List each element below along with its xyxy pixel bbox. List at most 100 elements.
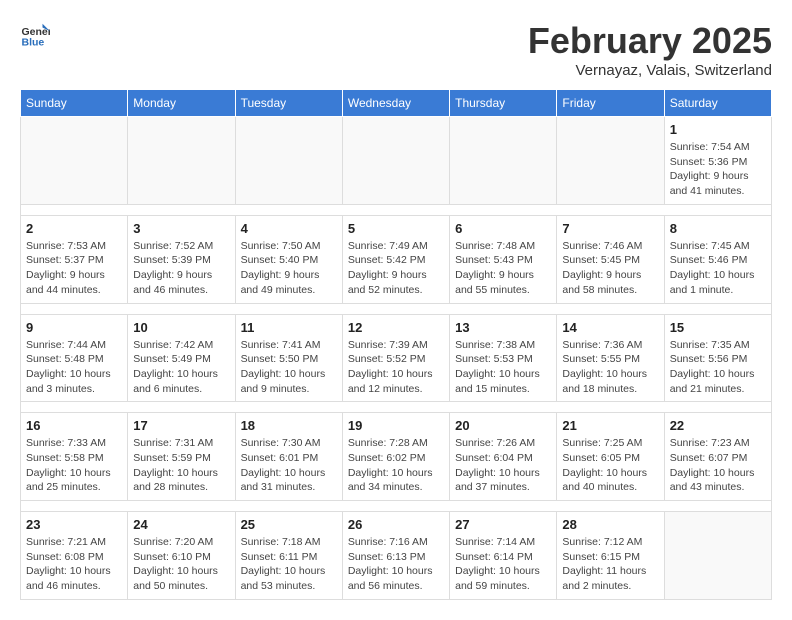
day-cell-w2-d5: 6 Sunrise: 7:48 AMSunset: 5:43 PMDaylight… bbox=[450, 215, 557, 303]
day-number: 23 bbox=[26, 517, 122, 532]
day-cell-w4-d5: 20 Sunrise: 7:26 AMSunset: 6:04 PMDayligh… bbox=[450, 413, 557, 501]
week-separator-3 bbox=[21, 402, 772, 413]
day-cell-w1-d7: 1Sunrise: 7:54 AMSunset: 5:36 PMDaylight… bbox=[664, 117, 771, 205]
day-info: Sunrise: 7:52 AMSunset: 5:39 PMDaylight:… bbox=[133, 239, 229, 298]
day-number: 15 bbox=[670, 320, 766, 335]
day-number: 2 bbox=[26, 221, 122, 236]
header-monday: Monday bbox=[128, 90, 235, 117]
week-row-2: 2 Sunrise: 7:53 AMSunset: 5:37 PMDaylight… bbox=[21, 215, 772, 303]
day-cell-w1-d3 bbox=[235, 117, 342, 205]
day-cell-w4-d4: 19Sunrise: 7:28 AMSunset: 6:02 PMDayligh… bbox=[342, 413, 449, 501]
day-cell-w4-d6: 21 Sunrise: 7:25 AMSunset: 6:05 PMDayligh… bbox=[557, 413, 664, 501]
logo: General Blue bbox=[20, 20, 50, 50]
day-cell-w5-d3: 25 Sunrise: 7:18 AMSunset: 6:11 PMDayligh… bbox=[235, 512, 342, 600]
day-number: 18 bbox=[241, 418, 337, 433]
day-cell-w4-d7: 22Sunrise: 7:23 AMSunset: 6:07 PMDayligh… bbox=[664, 413, 771, 501]
day-info: Sunrise: 7:39 AMSunset: 5:52 PMDaylight:… bbox=[348, 338, 444, 397]
calendar: Sunday Monday Tuesday Wednesday Thursday… bbox=[20, 89, 772, 600]
day-info: Sunrise: 7:23 AMSunset: 6:07 PMDaylight:… bbox=[670, 436, 766, 495]
day-number: 21 bbox=[562, 418, 658, 433]
day-number: 24 bbox=[133, 517, 229, 532]
week-row-4: 16 Sunrise: 7:33 AMSunset: 5:58 PMDayligh… bbox=[21, 413, 772, 501]
day-cell-w2-d2: 3 Sunrise: 7:52 AMSunset: 5:39 PMDaylight… bbox=[128, 215, 235, 303]
day-cell-w2-d6: 7 Sunrise: 7:46 AMSunset: 5:45 PMDaylight… bbox=[557, 215, 664, 303]
day-number: 5 bbox=[348, 221, 444, 236]
day-number: 11 bbox=[241, 320, 337, 335]
day-cell-w4-d1: 16 Sunrise: 7:33 AMSunset: 5:58 PMDayligh… bbox=[21, 413, 128, 501]
day-info: Sunrise: 7:36 AMSunset: 5:55 PMDaylight:… bbox=[562, 338, 658, 397]
day-cell-w3-d4: 12Sunrise: 7:39 AMSunset: 5:52 PMDayligh… bbox=[342, 314, 449, 402]
title-area: February 2025 Vernayaz, Valais, Switzerl… bbox=[528, 20, 772, 79]
separator-cell bbox=[21, 204, 772, 215]
day-number: 7 bbox=[562, 221, 658, 236]
week-separator-4 bbox=[21, 501, 772, 512]
day-cell-w1-d2 bbox=[128, 117, 235, 205]
day-info: Sunrise: 7:25 AMSunset: 6:05 PMDaylight:… bbox=[562, 436, 658, 495]
day-number: 8 bbox=[670, 221, 766, 236]
day-number: 4 bbox=[241, 221, 337, 236]
day-cell-w1-d1 bbox=[21, 117, 128, 205]
day-info: Sunrise: 7:33 AMSunset: 5:58 PMDaylight:… bbox=[26, 436, 122, 495]
day-info: Sunrise: 7:16 AMSunset: 6:13 PMDaylight:… bbox=[348, 535, 444, 594]
location: Vernayaz, Valais, Switzerland bbox=[528, 62, 772, 79]
day-info: Sunrise: 7:49 AMSunset: 5:42 PMDaylight:… bbox=[348, 239, 444, 298]
day-number: 9 bbox=[26, 320, 122, 335]
day-info: Sunrise: 7:26 AMSunset: 6:04 PMDaylight:… bbox=[455, 436, 551, 495]
day-info: Sunrise: 7:46 AMSunset: 5:45 PMDaylight:… bbox=[562, 239, 658, 298]
day-cell-w5-d5: 27Sunrise: 7:14 AMSunset: 6:14 PMDayligh… bbox=[450, 512, 557, 600]
day-cell-w3-d6: 14Sunrise: 7:36 AMSunset: 5:55 PMDayligh… bbox=[557, 314, 664, 402]
calendar-body: 1Sunrise: 7:54 AMSunset: 5:36 PMDaylight… bbox=[21, 117, 772, 600]
day-cell-w1-d4 bbox=[342, 117, 449, 205]
day-cell-w2-d1: 2 Sunrise: 7:53 AMSunset: 5:37 PMDaylight… bbox=[21, 215, 128, 303]
day-info: Sunrise: 7:48 AMSunset: 5:43 PMDaylight:… bbox=[455, 239, 551, 298]
header: General Blue February 2025 Vernayaz, Val… bbox=[20, 20, 772, 79]
day-cell-w4-d2: 17 Sunrise: 7:31 AMSunset: 5:59 PMDayligh… bbox=[128, 413, 235, 501]
day-cell-w5-d6: 28Sunrise: 7:12 AMSunset: 6:15 PMDayligh… bbox=[557, 512, 664, 600]
day-cell-w3-d3: 11 Sunrise: 7:41 AMSunset: 5:50 PMDayligh… bbox=[235, 314, 342, 402]
day-info: Sunrise: 7:18 AMSunset: 6:11 PMDaylight:… bbox=[241, 535, 337, 594]
day-number: 17 bbox=[133, 418, 229, 433]
day-number: 25 bbox=[241, 517, 337, 532]
day-cell-w5-d2: 24 Sunrise: 7:20 AMSunset: 6:10 PMDayligh… bbox=[128, 512, 235, 600]
separator-cell bbox=[21, 501, 772, 512]
header-sunday: Sunday bbox=[21, 90, 128, 117]
week-row-3: 9 Sunrise: 7:44 AMSunset: 5:48 PMDaylight… bbox=[21, 314, 772, 402]
day-number: 6 bbox=[455, 221, 551, 236]
day-number: 20 bbox=[455, 418, 551, 433]
day-cell-w5-d1: 23 Sunrise: 7:21 AMSunset: 6:08 PMDayligh… bbox=[21, 512, 128, 600]
day-info: Sunrise: 7:21 AMSunset: 6:08 PMDaylight:… bbox=[26, 535, 122, 594]
week-row-1: 1Sunrise: 7:54 AMSunset: 5:36 PMDaylight… bbox=[21, 117, 772, 205]
day-info: Sunrise: 7:30 AMSunset: 6:01 PMDaylight:… bbox=[241, 436, 337, 495]
day-info: Sunrise: 7:20 AMSunset: 6:10 PMDaylight:… bbox=[133, 535, 229, 594]
header-friday: Friday bbox=[557, 90, 664, 117]
day-info: Sunrise: 7:31 AMSunset: 5:59 PMDaylight:… bbox=[133, 436, 229, 495]
day-cell-w3-d1: 9 Sunrise: 7:44 AMSunset: 5:48 PMDaylight… bbox=[21, 314, 128, 402]
day-number: 27 bbox=[455, 517, 551, 532]
day-cell-w5-d4: 26 Sunrise: 7:16 AMSunset: 6:13 PMDayligh… bbox=[342, 512, 449, 600]
day-cell-w2-d4: 5 Sunrise: 7:49 AMSunset: 5:42 PMDaylight… bbox=[342, 215, 449, 303]
day-number: 10 bbox=[133, 320, 229, 335]
day-cell-w2-d3: 4Sunrise: 7:50 AMSunset: 5:40 PMDaylight… bbox=[235, 215, 342, 303]
day-info: Sunrise: 7:44 AMSunset: 5:48 PMDaylight:… bbox=[26, 338, 122, 397]
day-number: 26 bbox=[348, 517, 444, 532]
logo-icon: General Blue bbox=[20, 20, 50, 50]
month-title: February 2025 bbox=[528, 20, 772, 62]
day-cell-w1-d6 bbox=[557, 117, 664, 205]
separator-cell bbox=[21, 303, 772, 314]
day-number: 3 bbox=[133, 221, 229, 236]
day-info: Sunrise: 7:41 AMSunset: 5:50 PMDaylight:… bbox=[241, 338, 337, 397]
header-tuesday: Tuesday bbox=[235, 90, 342, 117]
day-info: Sunrise: 7:38 AMSunset: 5:53 PMDaylight:… bbox=[455, 338, 551, 397]
day-info: Sunrise: 7:42 AMSunset: 5:49 PMDaylight:… bbox=[133, 338, 229, 397]
week-separator-2 bbox=[21, 303, 772, 314]
calendar-header-row: Sunday Monday Tuesday Wednesday Thursday… bbox=[21, 90, 772, 117]
day-number: 13 bbox=[455, 320, 551, 335]
header-thursday: Thursday bbox=[450, 90, 557, 117]
header-saturday: Saturday bbox=[664, 90, 771, 117]
separator-cell bbox=[21, 402, 772, 413]
day-info: Sunrise: 7:45 AMSunset: 5:46 PMDaylight:… bbox=[670, 239, 766, 298]
day-info: Sunrise: 7:53 AMSunset: 5:37 PMDaylight:… bbox=[26, 239, 122, 298]
day-number: 19 bbox=[348, 418, 444, 433]
week-separator-1 bbox=[21, 204, 772, 215]
day-number: 16 bbox=[26, 418, 122, 433]
